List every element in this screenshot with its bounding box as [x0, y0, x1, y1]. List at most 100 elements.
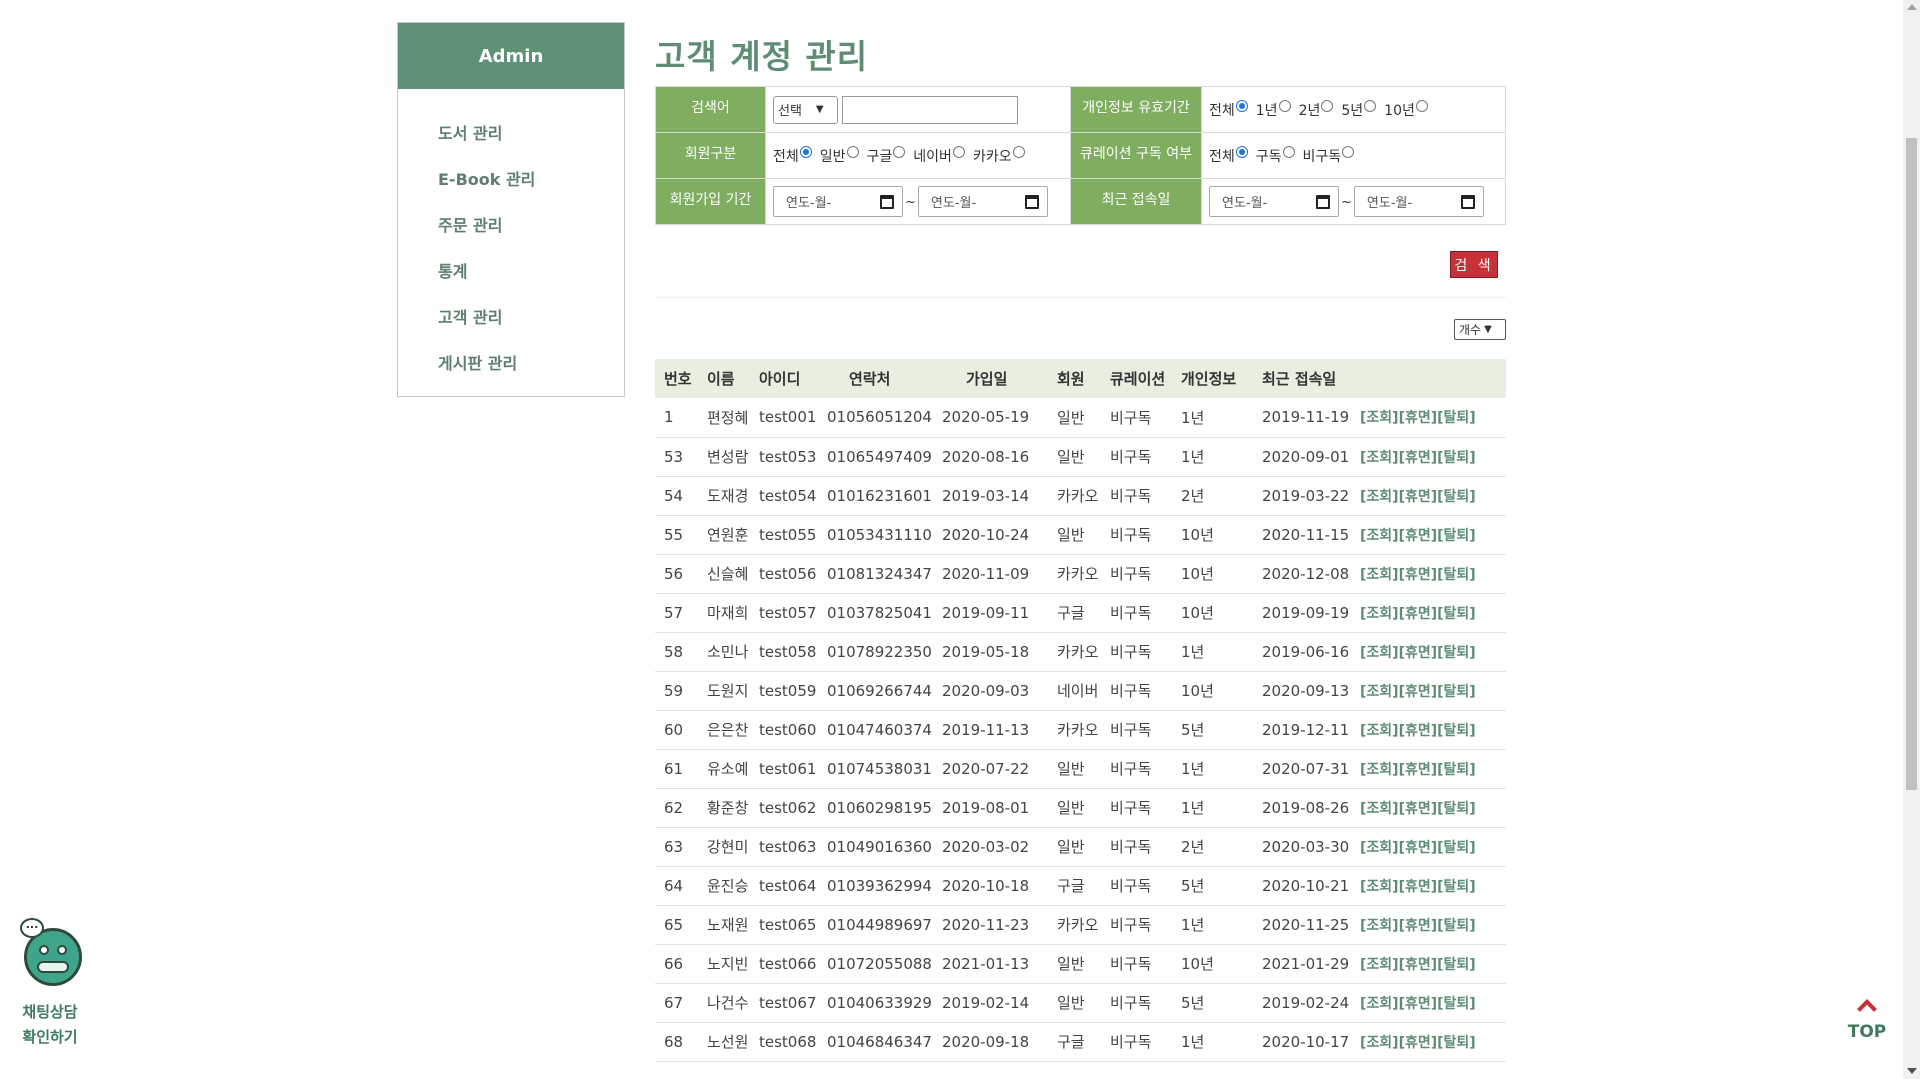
view-link[interactable]: [조회] — [1360, 762, 1399, 778]
withdraw-link[interactable]: [탈퇴] — [1437, 410, 1476, 426]
dormant-link[interactable]: [휴면] — [1399, 528, 1438, 544]
dormant-link[interactable]: [휴면] — [1399, 567, 1438, 583]
withdraw-link[interactable]: [탈퇴] — [1437, 567, 1476, 583]
radio-icon[interactable] — [893, 145, 906, 158]
chat-label[interactable]: 채팅상담 확인하기 — [18, 1000, 82, 1050]
member-type-option[interactable]: 네이버 — [913, 145, 965, 166]
dormant-link[interactable]: [휴면] — [1399, 723, 1438, 739]
privacy-option[interactable]: 1년 — [1256, 99, 1291, 120]
withdraw-link[interactable]: [탈퇴] — [1437, 840, 1476, 856]
view-link[interactable]: [조회] — [1360, 840, 1399, 856]
view-link[interactable]: [조회] — [1360, 1035, 1399, 1051]
view-link[interactable]: [조회] — [1360, 410, 1399, 426]
login-start-date[interactable]: 연도-월- — [1209, 186, 1339, 217]
withdraw-link[interactable]: [탈퇴] — [1437, 606, 1476, 622]
member-type-option[interactable]: 일반 — [820, 145, 859, 166]
scroll-top-button[interactable]: TOP — [1843, 996, 1891, 1042]
login-end-date[interactable]: 연도-월- — [1353, 186, 1484, 217]
withdraw-link[interactable]: [탈퇴] — [1437, 801, 1476, 817]
view-link[interactable]: [조회] — [1360, 957, 1399, 973]
sidebar-item-books[interactable]: 도서 관리 — [438, 109, 624, 155]
withdraw-link[interactable]: [탈퇴] — [1437, 489, 1476, 505]
radio-icon[interactable] — [1415, 99, 1428, 112]
curation-option[interactable]: 전체 — [1209, 145, 1248, 166]
privacy-option[interactable]: 10년 — [1384, 99, 1428, 120]
view-link[interactable]: [조회] — [1360, 450, 1399, 466]
radio-icon[interactable] — [1342, 145, 1355, 158]
member-type-option[interactable]: 전체 — [773, 145, 812, 166]
privacy-option[interactable]: 5년 — [1341, 99, 1377, 120]
view-link[interactable]: [조회] — [1360, 996, 1399, 1012]
curation-option[interactable]: 구독 — [1256, 145, 1295, 166]
view-link[interactable]: [조회] — [1360, 723, 1399, 739]
withdraw-link[interactable]: [탈퇴] — [1437, 996, 1476, 1012]
withdraw-link[interactable]: [탈퇴] — [1437, 723, 1476, 739]
dormant-link[interactable]: [휴면] — [1399, 879, 1438, 895]
view-link[interactable]: [조회] — [1360, 645, 1399, 661]
join-end-date[interactable]: 연도-월- — [917, 186, 1048, 217]
search-button[interactable]: 검 색 — [1450, 251, 1498, 278]
sidebar-item-ebooks[interactable]: E-Book 관리 — [438, 155, 624, 201]
radio-icon[interactable] — [1278, 99, 1291, 112]
dormant-link[interactable]: [휴면] — [1399, 684, 1438, 700]
sidebar-item-stats[interactable]: 통계 — [438, 247, 624, 293]
view-link[interactable]: [조회] — [1360, 489, 1399, 505]
dormant-link[interactable]: [휴면] — [1399, 918, 1438, 934]
withdraw-link[interactable]: [탈퇴] — [1437, 879, 1476, 895]
dormant-link[interactable]: [휴면] — [1399, 996, 1438, 1012]
scrollbar[interactable] — [1903, 0, 1920, 1079]
privacy-option[interactable]: 전체 — [1209, 99, 1248, 120]
dormant-link[interactable]: [휴면] — [1399, 1035, 1438, 1051]
radio-icon[interactable] — [799, 145, 812, 158]
dormant-link[interactable]: [휴면] — [1399, 957, 1438, 973]
sidebar-item-orders[interactable]: 주문 관리 — [438, 201, 624, 247]
curation-option[interactable]: 비구독 — [1303, 145, 1355, 166]
member-type-option[interactable]: 카카오 — [973, 145, 1025, 166]
view-link[interactable]: [조회] — [1360, 918, 1399, 934]
scroll-down-arrow-icon[interactable] — [1907, 1068, 1917, 1074]
withdraw-link[interactable]: [탈퇴] — [1437, 450, 1476, 466]
keyword-input[interactable] — [842, 95, 1018, 124]
view-link[interactable]: [조회] — [1360, 567, 1399, 583]
radio-icon[interactable] — [1012, 145, 1025, 158]
view-link[interactable]: [조회] — [1360, 801, 1399, 817]
radio-icon[interactable] — [1321, 99, 1334, 112]
count-select[interactable]: 개수 ▼ — [1454, 319, 1506, 340]
keyword-type-select[interactable]: 선택 ▼ — [773, 95, 838, 124]
view-link[interactable]: [조회] — [1360, 606, 1399, 622]
view-link[interactable]: [조회] — [1360, 684, 1399, 700]
calendar-icon[interactable] — [1316, 194, 1330, 209]
calendar-icon[interactable] — [880, 194, 894, 209]
dormant-link[interactable]: [휴면] — [1399, 606, 1438, 622]
dormant-link[interactable]: [휴면] — [1399, 645, 1438, 661]
radio-icon[interactable] — [952, 145, 965, 158]
dormant-link[interactable]: [휴면] — [1399, 801, 1438, 817]
member-type-option[interactable]: 구글 — [867, 145, 906, 166]
withdraw-link[interactable]: [탈퇴] — [1437, 528, 1476, 544]
dormant-link[interactable]: [휴면] — [1399, 410, 1438, 426]
sidebar-item-board[interactable]: 게시판 관리 — [438, 339, 624, 385]
withdraw-link[interactable]: [탈퇴] — [1437, 957, 1476, 973]
withdraw-link[interactable]: [탈퇴] — [1437, 918, 1476, 934]
view-link[interactable]: [조회] — [1360, 879, 1399, 895]
calendar-icon[interactable] — [1024, 194, 1039, 209]
view-link[interactable]: [조회] — [1360, 528, 1399, 544]
dormant-link[interactable]: [휴면] — [1399, 489, 1438, 505]
privacy-option[interactable]: 2년 — [1299, 99, 1334, 120]
scrollbar-thumb[interactable] — [1906, 138, 1917, 790]
dormant-link[interactable]: [휴면] — [1399, 450, 1438, 466]
radio-icon[interactable] — [1235, 145, 1248, 158]
radio-icon[interactable] — [1364, 99, 1377, 112]
withdraw-link[interactable]: [탈퇴] — [1437, 645, 1476, 661]
sidebar-item-customers[interactable]: 고객 관리 — [438, 293, 624, 339]
withdraw-link[interactable]: [탈퇴] — [1437, 684, 1476, 700]
withdraw-link[interactable]: [탈퇴] — [1437, 1035, 1476, 1051]
radio-icon[interactable] — [1282, 145, 1295, 158]
calendar-icon[interactable] — [1460, 194, 1475, 209]
dormant-link[interactable]: [휴면] — [1399, 762, 1438, 778]
dormant-link[interactable]: [휴면] — [1399, 840, 1438, 856]
scroll-up-arrow-icon[interactable] — [1907, 4, 1917, 10]
join-start-date[interactable]: 연도-월- — [773, 186, 903, 217]
radio-icon[interactable] — [846, 145, 859, 158]
radio-icon[interactable] — [1235, 99, 1248, 112]
